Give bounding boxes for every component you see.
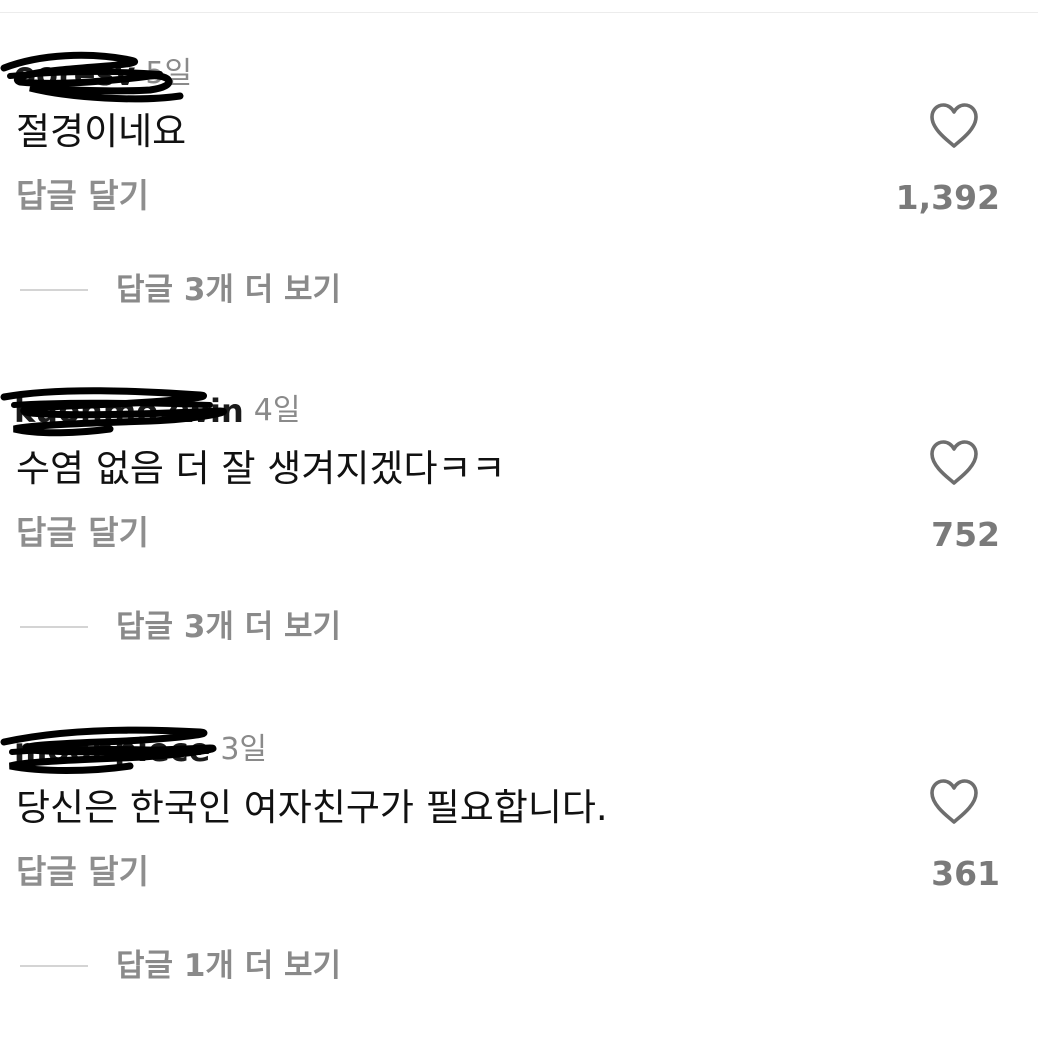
comment-username[interactable]: moonpiece — [0, 726, 217, 774]
reply-button[interactable]: 답글 달기 — [16, 174, 149, 218]
reply-button[interactable]: 답글 달기 — [16, 850, 149, 894]
replies-divider-line — [20, 626, 88, 628]
comment-meta: kuonmo2win 4일 — [0, 383, 301, 439]
heart-outline-icon[interactable] — [928, 778, 980, 826]
comment-time: 5일 — [145, 56, 193, 91]
view-more-replies-button[interactable]: 답글 3개 더 보기 — [20, 268, 341, 312]
view-more-replies-label: 답글 1개 더 보기 — [116, 948, 342, 984]
comment-text: 절경이네요 — [16, 110, 187, 153]
replies-divider-line — [20, 289, 88, 291]
comment-username[interactable]: ooresv — [0, 51, 184, 103]
replies-divider-line — [20, 965, 88, 967]
comment-time: 3일 — [220, 732, 268, 767]
comment-username[interactable]: kuonmo2win — [0, 387, 244, 437]
like-count: 361 — [931, 854, 1000, 893]
comment-text: 수염 없음 더 잘 생겨지겠다ㅋㅋ — [16, 447, 506, 490]
comment-meta: ooresv 5일 — [0, 46, 193, 103]
heart-outline-icon[interactable] — [928, 439, 980, 487]
comment-time: 4일 — [253, 393, 301, 428]
heart-outline-icon[interactable] — [928, 102, 980, 150]
comment-text: 당신은 한국인 여자친구가 필요합니다. — [16, 786, 608, 829]
comment-item: kuonmo2win 4일 수염 없음 더 잘 생겨지겠다ㅋㅋ 답글 달기 75… — [0, 383, 1038, 713]
like-count: 752 — [931, 515, 1000, 554]
comment-meta: moonpiece 3일 — [0, 722, 268, 778]
view-more-replies-label: 답글 3개 더 보기 — [116, 272, 342, 308]
comment-item: ooresv 5일 절경이네요 답글 달기 1,392 답글 3개 더 보기 — [0, 46, 1038, 376]
like-count: 1,392 — [895, 178, 1000, 217]
top-divider — [0, 12, 1038, 13]
view-more-replies-button[interactable]: 답글 1개 더 보기 — [20, 944, 341, 988]
view-more-replies-button[interactable]: 답글 3개 더 보기 — [20, 605, 341, 649]
reply-button[interactable]: 답글 달기 — [16, 511, 149, 555]
view-more-replies-label: 답글 3개 더 보기 — [116, 609, 342, 645]
comment-item: moonpiece 3일 당신은 한국인 여자친구가 필요합니다. 답글 달기 … — [0, 722, 1038, 1052]
